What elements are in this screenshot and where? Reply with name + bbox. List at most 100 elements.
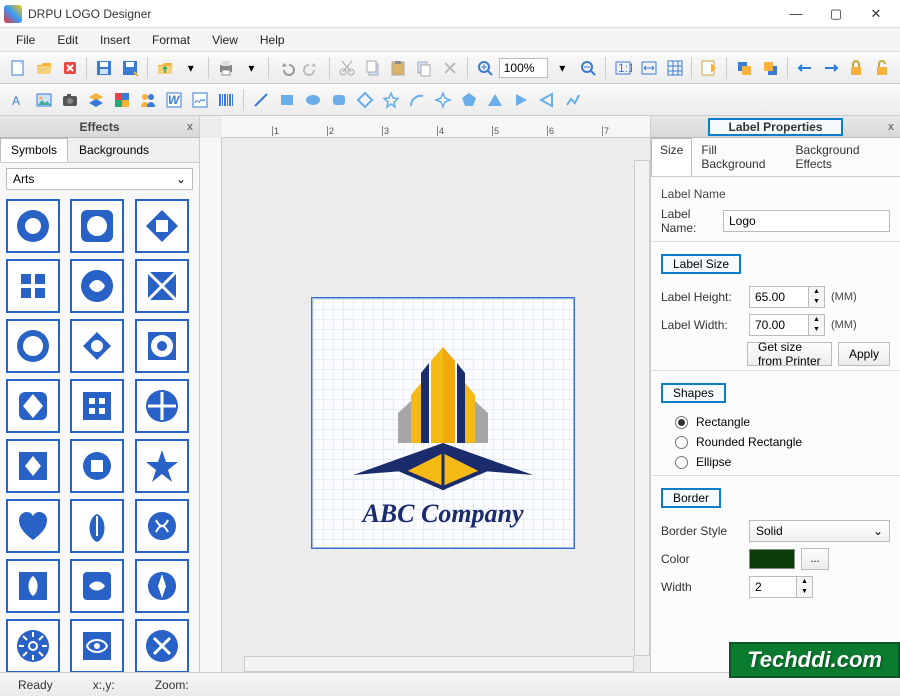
symbol-item[interactable] bbox=[135, 439, 189, 493]
save-icon[interactable] bbox=[92, 56, 116, 80]
symbol-item[interactable] bbox=[135, 379, 189, 433]
canvas-body[interactable]: ABC Company bbox=[222, 138, 650, 672]
symbol-item[interactable] bbox=[135, 259, 189, 313]
send-back-icon[interactable] bbox=[758, 56, 782, 80]
actual-size-icon[interactable]: 1:1 bbox=[611, 56, 635, 80]
triangle-left-icon[interactable] bbox=[535, 88, 559, 112]
rounded-rect-icon[interactable] bbox=[327, 88, 351, 112]
close-button[interactable]: ✕ bbox=[856, 2, 896, 26]
delete-item-icon[interactable] bbox=[438, 56, 462, 80]
bring-front-icon[interactable] bbox=[732, 56, 756, 80]
print-icon[interactable] bbox=[214, 56, 238, 80]
canvas-scrollbar-horizontal[interactable] bbox=[244, 656, 634, 672]
symbol-item[interactable] bbox=[70, 559, 124, 613]
border-style-select[interactable]: Solid ⌄ bbox=[749, 520, 890, 542]
star4-icon[interactable] bbox=[431, 88, 455, 112]
diamond-icon[interactable] bbox=[353, 88, 377, 112]
design-page[interactable]: ABC Company bbox=[312, 298, 574, 548]
layers-icon[interactable] bbox=[84, 88, 108, 112]
pentagon-icon[interactable] bbox=[457, 88, 481, 112]
company-name-text[interactable]: ABC Company bbox=[313, 499, 573, 529]
polyline-icon[interactable] bbox=[561, 88, 585, 112]
zoom-dropdown-icon[interactable]: ▾ bbox=[550, 56, 574, 80]
symbol-item[interactable] bbox=[70, 319, 124, 373]
symbol-item[interactable] bbox=[6, 319, 60, 373]
border-width-spinner[interactable]: ▲▼ bbox=[797, 576, 813, 598]
zoom-out-icon[interactable] bbox=[576, 56, 600, 80]
symbol-item[interactable] bbox=[6, 379, 60, 433]
unlock-icon[interactable] bbox=[870, 56, 894, 80]
logo-graphic[interactable] bbox=[333, 333, 553, 503]
align-left-icon[interactable] bbox=[793, 56, 817, 80]
get-size-from-printer-button[interactable]: Get size from Printer bbox=[747, 342, 832, 366]
height-spinner[interactable]: ▲▼ bbox=[809, 286, 825, 308]
export-dropdown-icon[interactable]: ▾ bbox=[179, 56, 203, 80]
save-as-icon[interactable] bbox=[118, 56, 142, 80]
zoom-value-box[interactable]: 100% bbox=[499, 58, 549, 78]
symbol-item[interactable] bbox=[135, 619, 189, 672]
symbol-item[interactable] bbox=[70, 499, 124, 553]
text-tool-icon[interactable]: A bbox=[6, 88, 30, 112]
symbol-item[interactable] bbox=[70, 439, 124, 493]
symbol-item[interactable] bbox=[6, 439, 60, 493]
undo-icon[interactable] bbox=[274, 56, 298, 80]
triangle-right-icon[interactable] bbox=[509, 88, 533, 112]
shape-option-ellipse[interactable]: Ellipse bbox=[675, 455, 890, 469]
tab-fill-background[interactable]: Fill Background bbox=[692, 138, 786, 176]
shape-option-rectangle[interactable]: Rectangle bbox=[675, 415, 890, 429]
redo-icon[interactable] bbox=[300, 56, 324, 80]
label-width-input[interactable] bbox=[749, 314, 809, 336]
symbol-item[interactable] bbox=[6, 559, 60, 613]
arc-icon[interactable] bbox=[405, 88, 429, 112]
tab-symbols[interactable]: Symbols bbox=[0, 138, 68, 162]
align-right-icon[interactable] bbox=[819, 56, 843, 80]
border-color-picker-button[interactable]: ... bbox=[801, 548, 829, 570]
new-file-icon[interactable] bbox=[6, 56, 30, 80]
symbol-item[interactable] bbox=[135, 559, 189, 613]
shape-option-rounded[interactable]: Rounded Rectangle bbox=[675, 435, 890, 449]
copy-icon[interactable] bbox=[361, 56, 385, 80]
cut-icon[interactable] bbox=[335, 56, 359, 80]
fit-width-icon[interactable] bbox=[637, 56, 661, 80]
symbol-item[interactable] bbox=[70, 379, 124, 433]
barcode-icon[interactable] bbox=[214, 88, 238, 112]
export-folder-icon[interactable] bbox=[153, 56, 177, 80]
symbol-item[interactable] bbox=[6, 499, 60, 553]
ellipse-fill-icon[interactable] bbox=[301, 88, 325, 112]
menu-view[interactable]: View bbox=[202, 31, 248, 49]
minimize-button[interactable]: ― bbox=[776, 2, 816, 26]
lock-icon[interactable] bbox=[844, 56, 868, 80]
paste-icon[interactable] bbox=[386, 56, 410, 80]
wordart-icon[interactable]: W bbox=[162, 88, 186, 112]
grid-icon[interactable] bbox=[663, 56, 687, 80]
menu-edit[interactable]: Edit bbox=[47, 31, 88, 49]
camera-icon[interactable] bbox=[58, 88, 82, 112]
symbol-category-dropdown[interactable]: Arts ⌄ bbox=[6, 168, 193, 190]
delete-icon[interactable] bbox=[58, 56, 82, 80]
border-color-swatch[interactable] bbox=[749, 549, 795, 569]
print-dropdown-icon[interactable]: ▾ bbox=[239, 56, 263, 80]
symbol-item[interactable] bbox=[6, 199, 60, 253]
tab-background-effects[interactable]: Background Effects bbox=[786, 138, 900, 176]
symbol-item[interactable] bbox=[70, 619, 124, 672]
label-name-input[interactable] bbox=[723, 210, 890, 232]
triangle-up-icon[interactable] bbox=[483, 88, 507, 112]
menu-format[interactable]: Format bbox=[142, 31, 200, 49]
duplicate-icon[interactable] bbox=[412, 56, 436, 80]
border-width-input[interactable] bbox=[749, 576, 797, 598]
zoom-in-icon[interactable] bbox=[473, 56, 497, 80]
symbol-item[interactable] bbox=[70, 199, 124, 253]
people-icon[interactable] bbox=[136, 88, 160, 112]
symbol-item[interactable] bbox=[6, 619, 60, 672]
menu-help[interactable]: Help bbox=[250, 31, 295, 49]
symbol-item[interactable] bbox=[135, 319, 189, 373]
star-outline-icon[interactable] bbox=[379, 88, 403, 112]
maximize-button[interactable]: ▢ bbox=[816, 2, 856, 26]
tab-size[interactable]: Size bbox=[651, 138, 692, 176]
canvas-scrollbar-vertical[interactable] bbox=[634, 160, 650, 656]
symbol-item[interactable] bbox=[6, 259, 60, 313]
signature-icon[interactable] bbox=[188, 88, 212, 112]
tab-backgrounds[interactable]: Backgrounds bbox=[68, 138, 160, 162]
clipart-icon[interactable] bbox=[110, 88, 134, 112]
symbol-item[interactable] bbox=[135, 199, 189, 253]
